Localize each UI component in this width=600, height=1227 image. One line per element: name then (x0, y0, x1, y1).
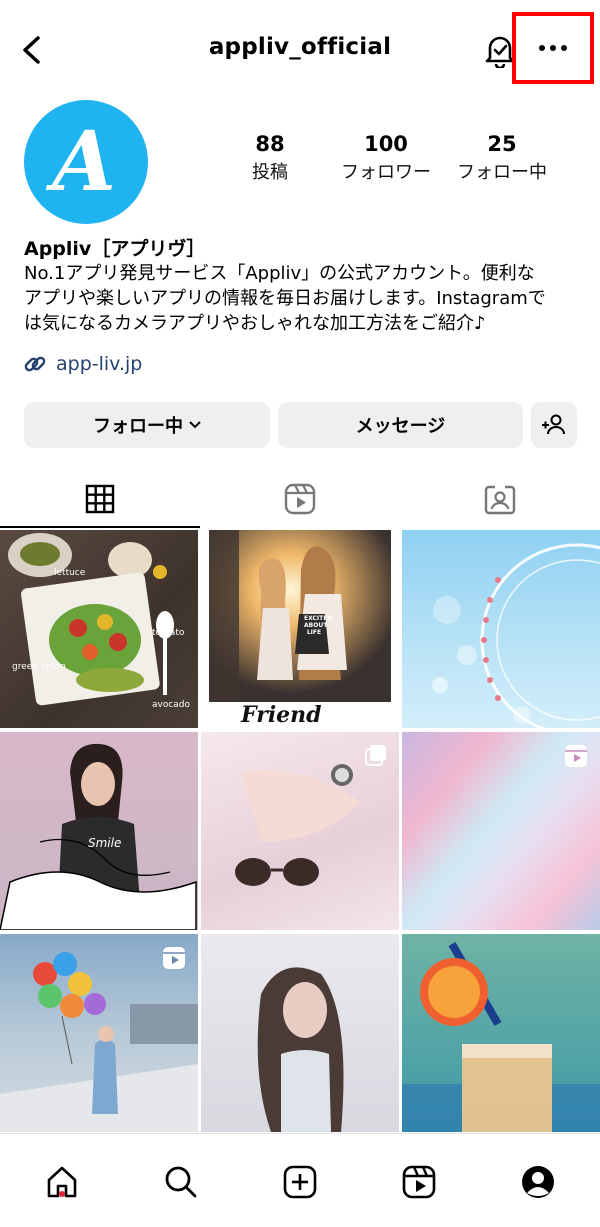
label-text: tomato (152, 628, 185, 638)
suggested-users-button[interactable] (531, 402, 577, 448)
website-link[interactable]: app-liv.jp (22, 351, 142, 377)
bio-line: アプリや楽しいアプリの情報を毎日お届けします。Instagramで (24, 288, 546, 309)
chevron-down-icon (189, 421, 201, 429)
post-image-juice (402, 942, 600, 1132)
stat-value: 88 (255, 132, 285, 156)
grid-post[interactable] (201, 934, 399, 1132)
grid-post[interactable]: EXCITED ABOUT LIFE Friend (201, 530, 399, 728)
message-button[interactable]: メッセージ (278, 402, 523, 448)
avatar[interactable]: A (24, 100, 148, 224)
grid-post[interactable]: lettuce tomato green onion avocado (0, 530, 198, 728)
post-image-portrait (257, 967, 344, 1132)
stat-value: 100 (364, 132, 408, 156)
multi-post-badge (365, 744, 387, 770)
grid-post[interactable]: Smile (0, 732, 198, 930)
add-person-icon (542, 414, 565, 435)
message-label: メッセージ (355, 416, 446, 437)
stat-posts[interactable]: 88 投稿 (236, 132, 304, 184)
bio: No.1アプリ発見サービス「Appliv」の公式アカウント。便利な アプリや楽し… (24, 261, 584, 336)
nav-reels[interactable] (389, 1152, 449, 1212)
tagged-icon (484, 485, 516, 515)
bio-line: は気になるカメラアプリやおしゃれな加工方法をご紹介♪ (24, 313, 486, 334)
grid-icon (85, 484, 115, 514)
reel-badge (564, 744, 588, 772)
grid-post[interactable] (402, 530, 600, 728)
grid-post[interactable] (402, 732, 600, 930)
display-name: Appliv［アプリヴ］ (24, 238, 206, 260)
caption-text: Friend (241, 702, 322, 728)
post-image-friends (209, 530, 391, 702)
stat-label: フォロワー (341, 162, 431, 183)
label-text: green onion (12, 662, 66, 672)
appliv-logo: A (45, 114, 116, 210)
following-label: フォロー中 (93, 416, 183, 437)
post-image-ferris-wheel (432, 543, 600, 728)
top-bar: appliv_official (0, 0, 600, 100)
notification-dot (59, 1191, 65, 1197)
search-icon (165, 1166, 197, 1198)
profile-icon (522, 1166, 554, 1198)
plus-square-icon (283, 1165, 317, 1199)
posts-grid: lettuce tomato green onion avocado EXCIT… (0, 530, 600, 1132)
active-tab-indicator (0, 526, 200, 528)
grid-post[interactable] (201, 732, 399, 930)
following-button[interactable]: フォロー中 (24, 402, 270, 448)
grid-post[interactable] (402, 934, 600, 1132)
stat-label: 投稿 (252, 162, 288, 183)
reel-badge (162, 946, 186, 974)
stat-value: 25 (487, 132, 517, 156)
reels-icon (284, 483, 316, 515)
shirt-text: Smile (88, 836, 122, 850)
label-text: lettuce (54, 568, 86, 578)
stat-followers[interactable]: 100 フォロワー (334, 132, 438, 184)
shirt-text-line: LIFE (306, 629, 322, 636)
shirt-text-line: EXCITED (304, 615, 333, 622)
more-options-button[interactable] (512, 12, 594, 84)
shirt-text-line: ABOUT (304, 622, 328, 629)
tab-posts-grid[interactable] (0, 470, 200, 528)
website-link-text: app-liv.jp (56, 353, 143, 375)
reels-icon (565, 745, 587, 767)
nav-home[interactable] (32, 1152, 92, 1212)
bio-line: No.1アプリ発見サービス「Appliv」の公式アカウント。便利な (24, 263, 535, 284)
stat-label: フォロー中 (457, 162, 547, 183)
tab-reels[interactable] (200, 470, 400, 528)
nav-create[interactable] (270, 1152, 330, 1212)
post-image-smile-girl (0, 743, 197, 930)
tab-tagged[interactable] (400, 470, 600, 528)
shirt-text: EXCITED ABOUT LIFE (304, 615, 333, 636)
grid-post[interactable] (0, 934, 198, 1132)
carousel-icon (365, 745, 386, 766)
svg-text:A: A (45, 114, 116, 210)
nav-search[interactable] (151, 1152, 211, 1212)
stat-following[interactable]: 25 フォロー中 (450, 132, 554, 184)
link-icon (24, 356, 46, 372)
more-horizontal-icon (539, 45, 567, 51)
nav-profile[interactable] (508, 1152, 568, 1212)
reels-icon (163, 947, 185, 969)
profile-tabs (0, 470, 600, 528)
bottom-nav (0, 1133, 600, 1227)
reels-icon (402, 1165, 436, 1199)
label-text: avocado (152, 700, 191, 710)
